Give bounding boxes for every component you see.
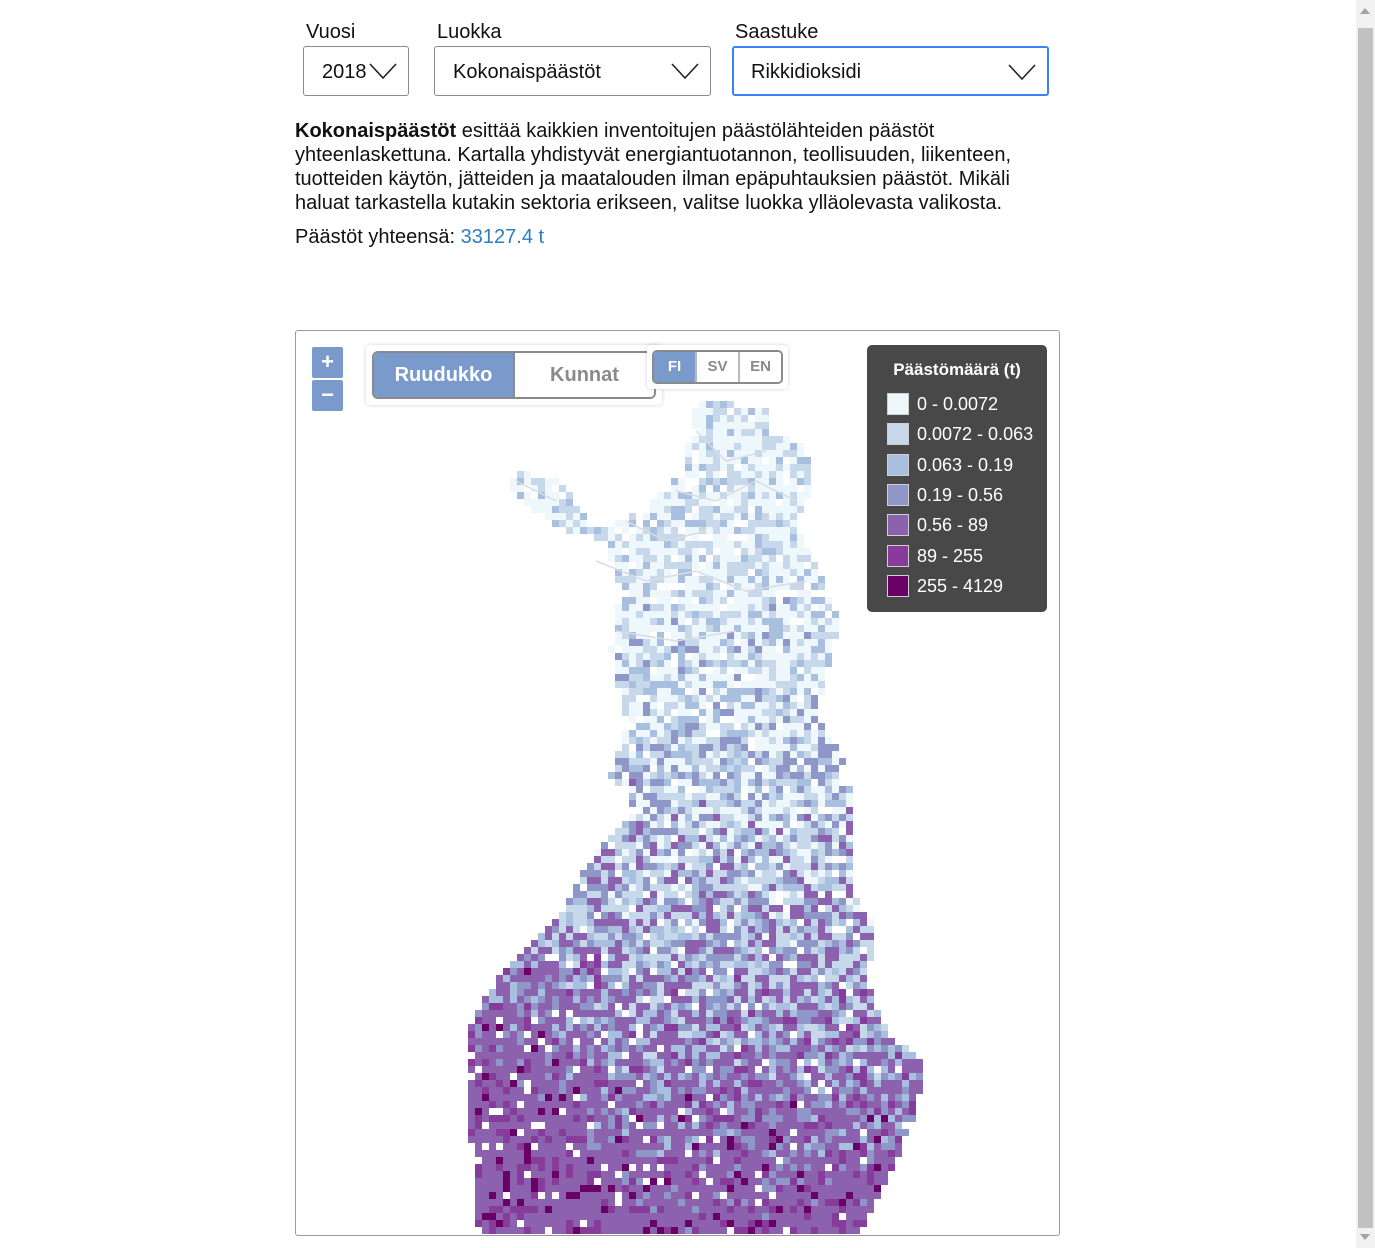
year-label: Vuosi [306, 21, 356, 43]
language-fi-button[interactable]: FI [654, 352, 695, 382]
chevron-down-icon [369, 63, 397, 80]
category-filter: Luokka Kokonaispäästöt [434, 20, 711, 96]
zoom-out-button[interactable]: − [312, 380, 343, 411]
category-label: Luokka [437, 21, 502, 43]
category-select[interactable]: Kokonaispäästöt [434, 46, 711, 96]
emissions-total: Päästöt yhteensä: 33127.4 t [295, 225, 544, 249]
legend-item: 0.0072 - 0.063 [867, 419, 1047, 449]
legend-item: 0.063 - 0.19 [867, 450, 1047, 480]
zoom-in-button[interactable]: + [312, 347, 343, 378]
legend-swatch [887, 544, 909, 567]
legend-item: 0.56 - 89 [867, 510, 1047, 540]
pollutant-select-value: Rikkidioksidi [751, 61, 862, 83]
emission-grid-cells [468, 401, 923, 1234]
grid-view-button[interactable]: Ruudukko [374, 353, 513, 397]
year-select[interactable]: 2018 [303, 46, 409, 96]
legend-item: 0 - 0.0072 [867, 389, 1047, 419]
view-toggle: Ruudukko Kunnat [372, 351, 656, 399]
legend-swatch [887, 514, 909, 537]
legend-swatch [887, 574, 909, 597]
municipality-view-button[interactable]: Kunnat [513, 353, 654, 397]
legend-swatch [887, 484, 909, 507]
chevron-down-icon [671, 63, 699, 80]
legend-item: 0.19 - 0.56 [867, 480, 1047, 510]
year-select-value: 2018 [322, 61, 367, 83]
year-filter: Vuosi 2018 [303, 20, 409, 96]
language-toggle-container: FI SV EN [647, 345, 788, 389]
map-legend: Päästömäärä (t) 0 - 0.0072 0.0072 - 0.063… [867, 345, 1047, 612]
legend-swatch [887, 393, 909, 416]
scroll-down-icon[interactable] [1360, 1234, 1370, 1240]
legend-label: 89 - 255 [917, 545, 984, 566]
legend-title: Päästömäärä (t) [893, 360, 1021, 379]
language-sv-button[interactable]: SV [695, 352, 738, 382]
page-scrollbar[interactable] [1356, 0, 1375, 1248]
pollutant-select[interactable]: Rikkidioksidi [732, 46, 1049, 96]
view-toggle-container: Ruudukko Kunnat [366, 345, 662, 405]
legend-label: 255 - 4129 [917, 575, 1004, 596]
page: Vuosi 2018 Luokka Kokonaispäästöt Saastu… [0, 0, 1375, 1248]
legend-label: 0.56 - 89 [917, 515, 989, 536]
legend-label: 0.19 - 0.56 [917, 485, 1004, 506]
total-value: 33127.4 t [460, 226, 545, 248]
category-description: Kokonaispäästöt esittää kaikkien invento… [295, 119, 1055, 215]
emission-map[interactable]: + − Ruudukko Kunnat FI SV EN Päästömäärä… [295, 330, 1060, 1236]
chevron-down-icon [1008, 64, 1036, 81]
legend-label: 0 - 0.0072 [917, 394, 999, 415]
total-label: Päästöt yhteensä: [295, 226, 456, 248]
pollutant-label: Saastuke [735, 21, 819, 43]
language-toggle: FI SV EN [652, 350, 783, 384]
category-select-value: Kokonaispäästöt [453, 61, 601, 83]
pollutant-filter: Saastuke Rikkidioksidi [732, 20, 1049, 96]
legend-swatch [887, 423, 909, 446]
language-en-button[interactable]: EN [738, 352, 781, 382]
scroll-thumb[interactable] [1358, 28, 1373, 1228]
legend-swatch [887, 453, 909, 476]
legend-item: 255 - 4129 [867, 571, 1047, 601]
legend-label: 0.0072 - 0.063 [917, 424, 1034, 445]
description-term: Kokonaispäästöt [295, 120, 457, 142]
scroll-up-icon[interactable] [1360, 8, 1370, 14]
legend-label: 0.063 - 0.19 [917, 454, 1014, 475]
legend-item: 89 - 255 [867, 540, 1047, 570]
